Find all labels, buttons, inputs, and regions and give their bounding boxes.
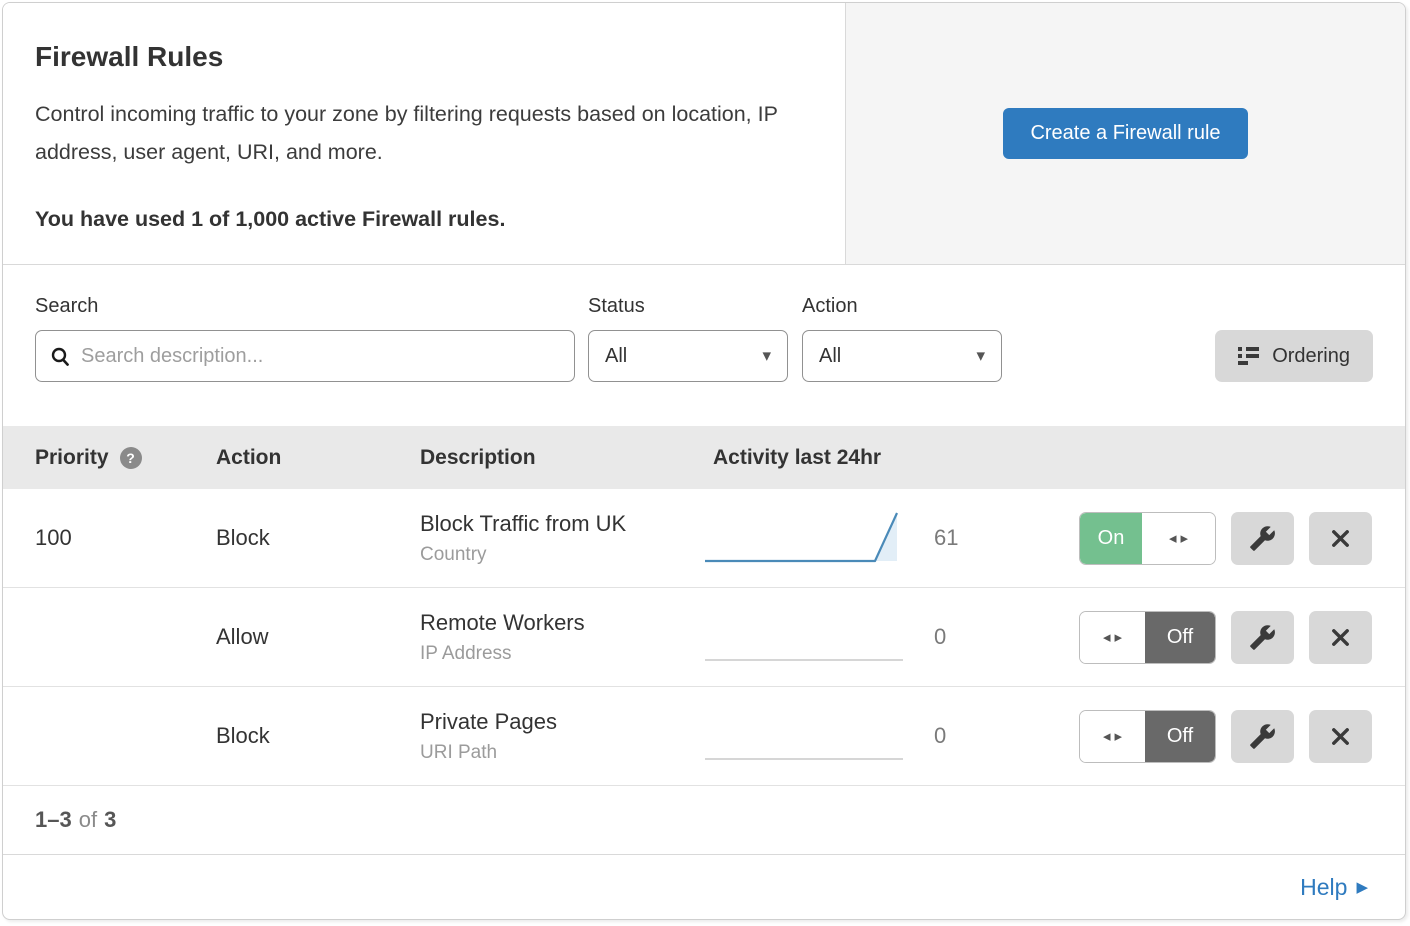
rule-action: Allow [216, 624, 420, 650]
wrench-icon [1249, 624, 1276, 651]
action-select[interactable]: All ▾ [802, 330, 1002, 382]
close-icon [1329, 527, 1352, 550]
rule-description: Remote Workers IP Address [420, 610, 703, 665]
activity-count: 0 [934, 624, 1004, 650]
toggle-drag-handle[interactable]: ◂ ▸ [1080, 612, 1145, 663]
help-link-label: Help [1300, 874, 1347, 901]
header-text-block: Firewall Rules Control incoming traffic … [3, 3, 846, 264]
delete-rule-button[interactable] [1309, 611, 1372, 664]
activity-sparkline [703, 607, 908, 670]
action-selected-value: All [819, 345, 841, 368]
column-activity: Activity last 24hr [703, 446, 881, 470]
delete-rule-button[interactable] [1309, 512, 1372, 565]
priority-help-icon[interactable]: ? [120, 447, 142, 469]
chevron-down-icon: ▾ [762, 346, 771, 366]
arrow-right-icon: ▶ [1356, 880, 1368, 895]
page-title: Firewall Rules [35, 41, 813, 73]
header-section: Firewall Rules Control incoming traffic … [3, 3, 1405, 265]
search-box[interactable] [35, 330, 575, 382]
activity-count: 61 [934, 525, 1004, 551]
status-label: Status [588, 295, 788, 318]
footer-bar: Help ▶ [3, 855, 1405, 919]
action-label: Action [802, 295, 1002, 318]
column-priority: Priority ? [35, 446, 216, 470]
pagination-total: 3 [104, 807, 116, 833]
rule-action: Block [216, 525, 420, 551]
toggle-drag-handle[interactable]: ◂ ▸ [1142, 513, 1215, 564]
search-group: Search [35, 295, 575, 382]
rule-match-type: IP Address [420, 643, 703, 665]
search-input[interactable] [81, 345, 560, 368]
rule-description: Private Pages URI Path [420, 709, 703, 764]
chevron-down-icon: ▾ [976, 346, 985, 366]
row-controls: ◂ ▸ Off [1079, 710, 1372, 763]
rule-description-title: Private Pages [420, 709, 703, 735]
edit-rule-button[interactable] [1231, 512, 1294, 565]
status-select[interactable]: All ▾ [588, 330, 788, 382]
activity-sparkline [703, 508, 908, 571]
header-action-panel: Create a Firewall rule [846, 3, 1405, 264]
delete-rule-button[interactable] [1309, 710, 1372, 763]
table-row: 100 Block Block Traffic from UK Country … [3, 489, 1405, 588]
arrow-left-icon: ◂ [1169, 531, 1177, 546]
rule-description-title: Remote Workers [420, 610, 703, 636]
edit-rule-button[interactable] [1231, 710, 1294, 763]
toggle-state-label: Off [1145, 711, 1215, 762]
rule-enabled-toggle[interactable]: ◂ ▸ Off [1079, 611, 1216, 664]
row-controls: On ◂ ▸ [1079, 512, 1372, 565]
rule-match-type: Country [420, 544, 703, 566]
table-row: Allow Remote Workers IP Address 0 ◂ ▸ Of… [3, 588, 1405, 687]
arrow-right-icon: ▸ [1181, 531, 1189, 546]
close-icon [1329, 725, 1352, 748]
row-controls: ◂ ▸ Off [1079, 611, 1372, 664]
rule-enabled-toggle[interactable]: ◂ ▸ Off [1079, 710, 1216, 763]
firewall-rules-panel: Firewall Rules Control incoming traffic … [2, 2, 1406, 920]
action-filter-group: Action All ▾ [802, 295, 1002, 382]
rule-match-type: URI Path [420, 742, 703, 764]
activity-count: 0 [934, 723, 1004, 749]
status-selected-value: All [605, 345, 627, 368]
page-description: Control incoming traffic to your zone by… [35, 95, 805, 171]
edit-rule-button[interactable] [1231, 611, 1294, 664]
ordering-button-label: Ordering [1272, 345, 1350, 368]
activity-sparkline [703, 706, 908, 769]
column-description: Description [420, 446, 703, 470]
toggle-state-label: On [1080, 513, 1142, 564]
arrow-right-icon: ▸ [1115, 729, 1123, 744]
arrow-right-icon: ▸ [1115, 630, 1123, 645]
column-priority-label: Priority [35, 446, 109, 470]
status-filter-group: Status All ▾ [588, 295, 788, 382]
close-icon [1329, 626, 1352, 649]
search-icon [50, 346, 71, 367]
create-firewall-rule-button[interactable]: Create a Firewall rule [1003, 108, 1247, 159]
table-header: Priority ? Action Description Activity l… [3, 426, 1405, 489]
arrow-left-icon: ◂ [1103, 729, 1111, 744]
pagination-range: 1–3 [35, 807, 72, 833]
list-ordering-icon [1238, 347, 1259, 365]
wrench-icon [1249, 723, 1276, 750]
rule-enabled-toggle[interactable]: On ◂ ▸ [1079, 512, 1216, 565]
rule-action: Block [216, 723, 420, 749]
arrow-left-icon: ◂ [1103, 630, 1111, 645]
rule-priority: 100 [35, 525, 216, 551]
pagination-bar: 1–3 of 3 [3, 786, 1405, 855]
rule-description-title: Block Traffic from UK [420, 511, 703, 537]
help-link[interactable]: Help ▶ [1300, 874, 1368, 901]
usage-note: You have used 1 of 1,000 active Firewall… [35, 207, 813, 232]
ordering-button[interactable]: Ordering [1215, 330, 1373, 382]
pagination-of-text: of [79, 807, 97, 833]
filter-bar: Search Status All ▾ Action All ▾ [3, 265, 1405, 426]
table-row: Block Private Pages URI Path 0 ◂ ▸ Off [3, 687, 1405, 786]
search-label: Search [35, 295, 575, 318]
column-action: Action [216, 446, 420, 470]
toggle-state-label: Off [1145, 612, 1215, 663]
toggle-drag-handle[interactable]: ◂ ▸ [1080, 711, 1145, 762]
wrench-icon [1249, 525, 1276, 552]
rule-description: Block Traffic from UK Country [420, 511, 703, 566]
